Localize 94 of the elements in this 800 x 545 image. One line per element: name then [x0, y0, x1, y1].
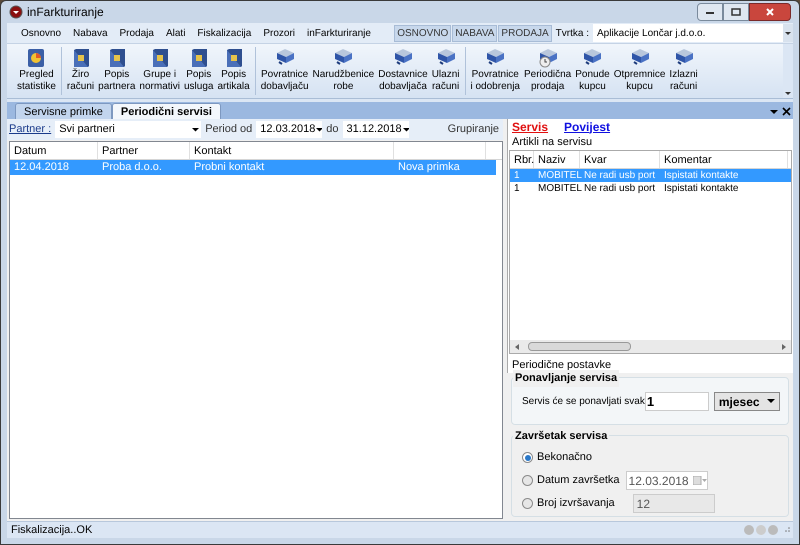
- table-cell-text: Probni kontakt: [193, 160, 266, 175]
- table-cell-text: 1: [513, 169, 521, 182]
- caret-icon: [191, 126, 202, 132]
- quick-tab[interactable]: NABAVA: [452, 24, 498, 42]
- minimize-icon: [705, 9, 715, 15]
- column-header[interactable]: Kontakt: [190, 142, 394, 159]
- table-cell-text: Ispistati kontakte: [663, 182, 740, 195]
- resize-grip-icon[interactable]: [783, 526, 791, 534]
- table-cell-text: Nova primka: [397, 160, 461, 175]
- repeat-label: Servis će se ponavljati svak: [522, 395, 645, 409]
- radio-label: Bekonačno: [537, 450, 592, 466]
- partner-label: Partner :: [9, 122, 52, 138]
- dropdown-icon[interactable]: [770, 109, 778, 115]
- period-from-label: Period od: [205, 122, 252, 138]
- unit-dropdown[interactable]: mjesec: [714, 392, 780, 411]
- radio-button[interactable]: [522, 498, 533, 509]
- minimize-button[interactable]: [697, 3, 723, 21]
- close-button[interactable]: [749, 3, 791, 21]
- maximize-button[interactable]: [723, 3, 749, 21]
- column-header[interactable]: Datum: [10, 142, 98, 159]
- maximize-icon: [731, 8, 741, 16]
- toolbar-button[interactable]: Narudžbenice robe: [310, 44, 376, 98]
- toolbar-button[interactable]: Otpremnice kupcu: [612, 44, 668, 98]
- quick-tab[interactable]: OSNOVNO: [394, 24, 452, 42]
- toolbar-button[interactable]: Dostavnice dobavljača: [376, 44, 430, 98]
- radio-label: Datum završetka: [537, 473, 620, 488]
- tab-link[interactable]: Servis: [512, 118, 548, 136]
- toolbar-button[interactable]: Ponude kupcu: [573, 44, 612, 98]
- menu-item[interactable]: Osnovno: [15, 26, 68, 40]
- toolbar-button[interactable]: Izlazni računi: [667, 44, 700, 98]
- grouping-button[interactable]: Grupiranje: [448, 121, 503, 138]
- app-icon: [9, 5, 23, 19]
- partner-dropdown[interactable]: Svi partneri: [55, 121, 202, 138]
- caret-icon: [766, 399, 775, 404]
- horizontal-scrollbar[interactable]: [510, 340, 791, 353]
- menu-item[interactable]: inFarkturiranje: [301, 26, 377, 40]
- package-clock-icon: [536, 47, 559, 69]
- menu-item[interactable]: Prozori: [257, 26, 302, 40]
- toolbar-button[interactable]: Periodična prodaja: [522, 44, 574, 98]
- column-header[interactable]: Naziv: [534, 151, 580, 168]
- column-header[interactable]: Rbr.: [510, 151, 534, 168]
- menu-item[interactable]: Alati: [160, 26, 192, 40]
- caret-icon: [402, 126, 409, 132]
- caret-icon: [784, 90, 792, 98]
- radio-button[interactable]: [522, 452, 533, 463]
- company-dropdown[interactable]: Aplikacije Lončar j.d.o.o.: [593, 24, 793, 42]
- radio-label: Broj izvršavanja: [537, 496, 615, 512]
- table-cell-text: Ne radi usb port: [583, 182, 656, 195]
- tab-link[interactable]: Povijest: [564, 118, 610, 136]
- toolbar-button[interactable]: Pregled statistike: [15, 44, 58, 98]
- group-title: Ponavljanje servisa: [513, 370, 620, 386]
- quick-tab[interactable]: PRODAJA: [498, 24, 552, 42]
- company-label: Tvrtka :: [556, 26, 589, 40]
- radio-button[interactable]: [522, 475, 533, 486]
- menu-item[interactable]: Fiskalizacija: [191, 26, 258, 40]
- menu-item[interactable]: Nabava: [67, 26, 114, 40]
- toolbar-button[interactable]: Povratnice i odobrenja: [468, 44, 522, 98]
- toolbar-button[interactable]: Žiro računi: [64, 44, 96, 98]
- period-to-label: do: [326, 122, 339, 138]
- table-cell-text: MOBITEL: [537, 182, 580, 195]
- toolbar-button[interactable]: Grupe i normativi: [137, 44, 182, 98]
- toolbar-button[interactable]: Povratnice dobavljaču: [258, 44, 311, 98]
- number-field[interactable]: 12: [632, 494, 715, 513]
- toolbar-button[interactable]: Popis artikala: [215, 44, 252, 98]
- close-icon: [765, 7, 775, 17]
- section-title: Artikli na servisu: [511, 135, 594, 150]
- table-cell-text: MOBITEL: [537, 169, 580, 182]
- toolbar-button[interactable]: Popis usluga: [182, 44, 216, 98]
- interval-input[interactable]: 1: [644, 392, 709, 411]
- table-cell-text: 1: [513, 182, 521, 195]
- column-header[interactable]: Komentar: [660, 151, 788, 168]
- table-cell-text: 12.04.2018: [13, 160, 70, 175]
- status-text: Fiskalizacija..OK: [11, 522, 92, 538]
- document-tab[interactable]: Servisne primke: [15, 103, 112, 119]
- table-cell-text: Proba d.o.o.: [101, 160, 163, 175]
- column-header[interactable]: Kvar: [580, 151, 660, 168]
- toolbar-button[interactable]: Ulazni računi: [430, 44, 462, 98]
- table-cell-text: Ispistati kontakte: [663, 169, 740, 182]
- menu-item[interactable]: Prodaja: [114, 26, 160, 40]
- column-header[interactable]: Partner: [98, 142, 190, 159]
- date-field[interactable]: 12.03.2018: [626, 471, 708, 490]
- date-field[interactable]: 31.12.2018: [342, 121, 409, 138]
- date-field[interactable]: 12.03.2018: [256, 121, 322, 138]
- calendar-icon: [692, 476, 707, 485]
- table-row[interactable]: 1 MOBITEL Ne radi usb port Ispistati kontakte: [510, 182, 791, 195]
- table-cell-text: Ne radi usb port: [583, 169, 656, 182]
- window-title: inFarkturiranje: [27, 4, 104, 21]
- section-title: Periodične postavke: [511, 358, 612, 373]
- close-icon[interactable]: [782, 107, 791, 116]
- right-arrow-icon: [781, 342, 787, 350]
- toolbar-button[interactable]: Popis partnera: [96, 44, 138, 98]
- caret-icon: [315, 126, 322, 132]
- document-tab[interactable]: Periodični servisi: [112, 103, 221, 119]
- left-arrow-icon: [514, 342, 520, 350]
